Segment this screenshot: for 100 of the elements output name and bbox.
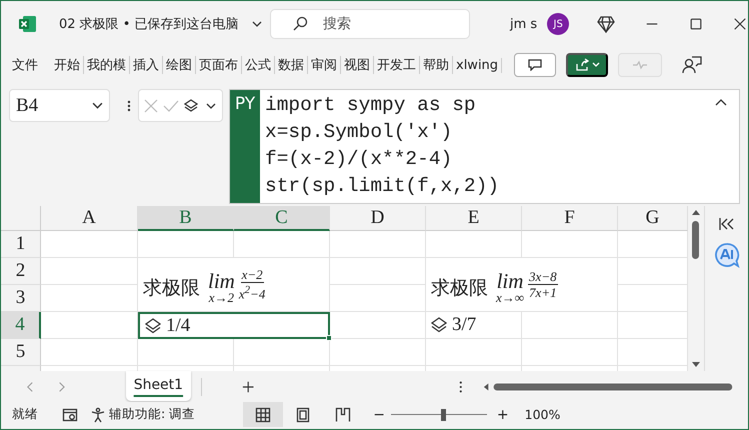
limit-subscript: x→∞	[496, 290, 524, 304]
share-button[interactable]	[566, 53, 608, 77]
row-header[interactable]: 4	[1, 312, 41, 339]
diamond-icon[interactable]	[597, 15, 616, 33]
caret-icon[interactable]	[206, 100, 216, 110]
table-cell[interactable]: 1/4	[138, 312, 330, 339]
table-cell[interactable]	[522, 339, 618, 366]
add-icon[interactable]	[242, 380, 254, 394]
collapse-icon[interactable]	[715, 98, 727, 108]
numerator: 3x−8	[528, 269, 558, 285]
pulse-icon	[632, 60, 648, 70]
layers-icon	[144, 316, 162, 334]
page-icon	[295, 406, 312, 422]
column-header[interactable]: D	[330, 206, 426, 231]
limit-operator: lim	[208, 270, 235, 290]
feedback-icon[interactable]	[682, 55, 702, 75]
search-field[interactable]: 搜索	[270, 9, 470, 39]
file-title[interactable]: 02 求极限 • 已保存到这台电脑	[59, 15, 249, 33]
column-header[interactable]: B	[138, 206, 234, 231]
code-line: import sympy as sp	[265, 93, 477, 118]
table-cell[interactable]	[426, 339, 522, 366]
ribbon-tab[interactable]: xlwing	[453, 58, 502, 72]
column-header[interactable]: G	[618, 206, 688, 231]
limit-subscript: x→2	[208, 290, 234, 304]
accessibility-icon[interactable]	[90, 406, 106, 422]
user-name[interactable]: jm s	[510, 16, 538, 32]
accessibility-status[interactable]: 辅助功能: 调查	[109, 406, 196, 423]
zoom-level[interactable]: 100%	[524, 407, 560, 422]
table-cell[interactable]	[41, 231, 138, 258]
layers-icon	[430, 316, 448, 334]
search-icon	[292, 16, 308, 32]
status-text: 就绪	[12, 406, 38, 423]
page-break-icon	[335, 406, 352, 422]
numerator: x−2	[240, 267, 264, 284]
ribbon-tab[interactable]: 审阅	[308, 56, 341, 74]
formula-label: 求极限	[431, 276, 488, 300]
ribbon-tab[interactable]: 数据	[275, 56, 308, 74]
table-cell[interactable]	[330, 339, 426, 366]
excel-icon[interactable]	[19, 15, 37, 33]
row-header[interactable]: 3	[1, 285, 41, 312]
denominator: 7x+1	[529, 285, 557, 300]
ribbon-tab[interactable]: 文件	[9, 56, 41, 74]
code-line: x=sp.Symbol('x')	[265, 120, 454, 145]
ai-icon[interactable]	[714, 242, 740, 268]
scroll-down-icon[interactable]	[691, 361, 701, 368]
normal-view-button[interactable]	[243, 402, 284, 427]
ribbon-tab[interactable]: 我的模	[84, 56, 130, 74]
table-cell[interactable]	[138, 339, 234, 366]
limit-operator: lim	[496, 270, 524, 290]
more-icon[interactable]	[459, 380, 463, 394]
cancel-icon[interactable]	[143, 98, 159, 114]
scroll-thumb[interactable]	[692, 221, 699, 259]
close-icon[interactable]	[733, 17, 748, 31]
ribbon-tab[interactable]: 开发工	[374, 56, 420, 74]
code-editor[interactable]: PY import sympy as sp x=sp.Symbol('x') f=(x-2)/(x**2-4) str(sp.limit(f,x,2))	[229, 89, 740, 204]
zoom-out-button[interactable]: −	[373, 406, 385, 422]
denominator: x$^{2}$−4	[238, 283, 266, 302]
macro-icon[interactable]	[62, 406, 78, 422]
code-line: f=(x-2)/(x**2-4)	[265, 147, 454, 172]
table-cell[interactable]	[330, 231, 426, 258]
layers-icon[interactable]	[183, 98, 199, 114]
comment-icon	[528, 59, 542, 71]
maximize-icon[interactable]	[689, 17, 704, 31]
more-icon[interactable]	[126, 99, 132, 113]
column-header[interactable]: A	[41, 206, 138, 231]
ribbon-tab[interactable]: 页面布	[196, 56, 242, 74]
formula-label: 求极限	[143, 276, 200, 300]
name-box[interactable]: B4	[9, 89, 110, 122]
scroll-up-icon[interactable]	[691, 209, 701, 216]
grid-icon	[255, 406, 272, 422]
zoom-slider[interactable]	[390, 406, 487, 422]
next-sheet-icon[interactable]	[56, 380, 66, 392]
caret-icon	[92, 100, 103, 111]
caret-icon	[592, 61, 600, 69]
column-header[interactable]: F	[522, 206, 618, 231]
ribbon-tab[interactable]: 公式	[242, 56, 275, 74]
table-cell[interactable]	[41, 339, 138, 366]
code-line: str(sp.limit(f,x,2))	[265, 174, 500, 199]
previous-sheet-icon[interactable]	[26, 380, 35, 392]
ribbon-tab[interactable]: 插入	[130, 56, 163, 74]
row-header[interactable]: 5	[1, 339, 41, 366]
sheet-tab[interactable]: Sheet1	[126, 370, 192, 400]
ribbon-tab[interactable]: 开始	[51, 56, 84, 74]
column-header[interactable]: E	[426, 206, 522, 231]
caret-icon[interactable]	[252, 19, 262, 29]
zoom-in-button[interactable]: +	[496, 406, 509, 422]
table-cell[interactable]: 3/7	[426, 312, 522, 339]
column-header[interactable]: C	[234, 206, 330, 231]
table-cell[interactable]	[41, 312, 138, 339]
row-header[interactable]: 1	[1, 231, 41, 258]
share-icon	[574, 58, 589, 72]
ribbon-tab[interactable]: 绘图	[163, 56, 196, 74]
row-header[interactable]: 2	[1, 258, 41, 285]
collapse-panel-icon[interactable]	[716, 216, 736, 232]
avatar[interactable]: JS	[547, 13, 570, 35]
fill-handle[interactable]	[326, 335, 332, 341]
comment-button[interactable]	[514, 53, 556, 77]
ribbon-tab[interactable]: 帮助	[420, 56, 453, 74]
ribbon-tab[interactable]: 视图	[341, 56, 374, 74]
select-all-button[interactable]	[1, 206, 41, 231]
